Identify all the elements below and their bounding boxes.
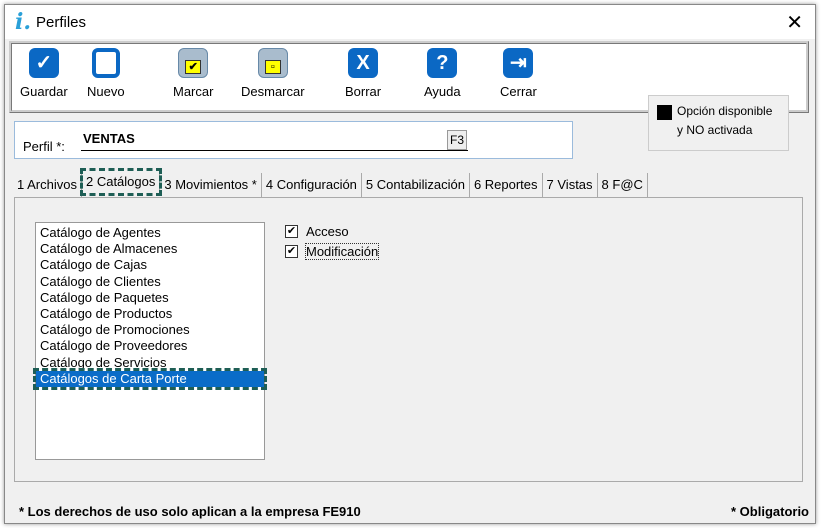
modificacion-label: Modificación	[304, 243, 380, 260]
catalogos-panel: Catálogo de Agentes Catálogo de Almacene…	[14, 197, 803, 482]
mark-glyph: ✔	[185, 60, 202, 74]
acceso-checkbox[interactable]: ✔ Acceso	[285, 224, 349, 239]
list-item[interactable]: Catálogo de Paquetes	[36, 290, 264, 306]
tab-vistas[interactable]: 7 Vistas	[543, 173, 598, 197]
app-logo-icon: i.	[15, 9, 32, 35]
f3-lookup-button[interactable]: F3	[447, 130, 467, 150]
checkmark-icon: ✓	[28, 48, 59, 78]
desmarcar-label: Desmarcar	[241, 84, 305, 99]
tab-configuracion[interactable]: 4 Configuración	[262, 173, 362, 197]
tab-contabilizacion[interactable]: 5 Contabilización	[362, 173, 470, 197]
nuevo-button[interactable]: Nuevo	[87, 48, 125, 99]
tab-catalogos[interactable]: 2 Catálogos	[79, 168, 163, 196]
nuevo-label: Nuevo	[87, 84, 125, 99]
list-item-selected[interactable]: Catálogos de Carta Porte	[33, 367, 267, 390]
checkbox-checked-icon: ✔	[285, 245, 298, 258]
legend-text-2: y NO activada	[677, 123, 753, 137]
exit-door-icon: ⇥	[503, 48, 534, 78]
tab-archivos[interactable]: 1 Archivos	[13, 173, 82, 197]
marcar-button[interactable]: ✔ Marcar	[173, 48, 213, 99]
close-button[interactable]: ✕	[786, 10, 803, 35]
list-item[interactable]: Catálogo de Cajas	[36, 257, 264, 273]
legend-box: Opción disponible y NO activada	[648, 95, 789, 151]
perfiles-window: i. Perfiles ✕ ✓ Guardar Nuevo ✔ Marcar ▫ De…	[4, 4, 816, 524]
new-document-icon	[91, 48, 120, 78]
checkbox-checked-icon: ✔	[285, 225, 298, 238]
list-item[interactable]: Catálogo de Productos	[36, 306, 264, 322]
ayuda-button[interactable]: ? Ayuda	[424, 48, 461, 99]
perfil-group: Perfil *: VENTAS F3	[14, 121, 573, 159]
list-item[interactable]: Catálogo de Servicios	[36, 355, 264, 371]
black-square-icon	[657, 105, 672, 120]
unmark-checkbox-icon: ▫	[257, 48, 288, 78]
title-bar: i. Perfiles ✕	[5, 5, 815, 39]
footer-note: * Los derechos de uso solo aplican a la …	[19, 504, 361, 519]
tab-fac[interactable]: 8 F@C	[598, 173, 648, 197]
acceso-label: Acceso	[306, 224, 349, 239]
required-note: * Obligatorio	[731, 504, 809, 519]
borrar-button[interactable]: X Borrar	[345, 48, 381, 99]
borrar-label: Borrar	[345, 84, 382, 99]
tab-reportes[interactable]: 6 Reportes	[470, 173, 543, 197]
modificacion-checkbox[interactable]: ✔ Modificación	[285, 243, 380, 260]
help-icon: ?	[427, 48, 458, 78]
window-title: Perfiles	[36, 14, 87, 31]
perfil-input[interactable]: VENTAS	[81, 131, 468, 151]
perfil-label: Perfil *:	[23, 139, 65, 154]
ayuda-label: Ayuda	[424, 84, 461, 99]
tab-movimientos[interactable]: 3 Movimientos *	[160, 173, 262, 197]
marcar-label: Marcar	[173, 84, 214, 99]
unmark-glyph: ▫	[264, 60, 281, 74]
desmarcar-button[interactable]: ▫ Desmarcar	[241, 48, 305, 99]
mark-checkbox-icon: ✔	[178, 48, 209, 78]
list-item[interactable]: Catálogo de Clientes	[36, 274, 264, 290]
list-item[interactable]: Catálogo de Almacenes	[36, 241, 264, 257]
list-item[interactable]: Catálogo de Proveedores	[36, 338, 264, 354]
legend-text-1: Opción disponible	[677, 104, 773, 118]
cerrar-button[interactable]: ⇥ Cerrar	[500, 48, 537, 99]
list-item[interactable]: Catálogo de Promociones	[36, 322, 264, 338]
guardar-label: Guardar	[20, 84, 68, 99]
tab-bar: 1 Archivos 2 Catálogos 3 Movimientos * 4…	[13, 168, 648, 197]
catalog-listbox[interactable]: Catálogo de Agentes Catálogo de Almacene…	[33, 222, 267, 460]
guardar-button[interactable]: ✓ Guardar	[20, 48, 68, 99]
delete-x-icon: X	[348, 48, 379, 78]
cerrar-label: Cerrar	[500, 84, 537, 99]
list-item[interactable]: Catálogo de Agentes	[36, 225, 264, 241]
